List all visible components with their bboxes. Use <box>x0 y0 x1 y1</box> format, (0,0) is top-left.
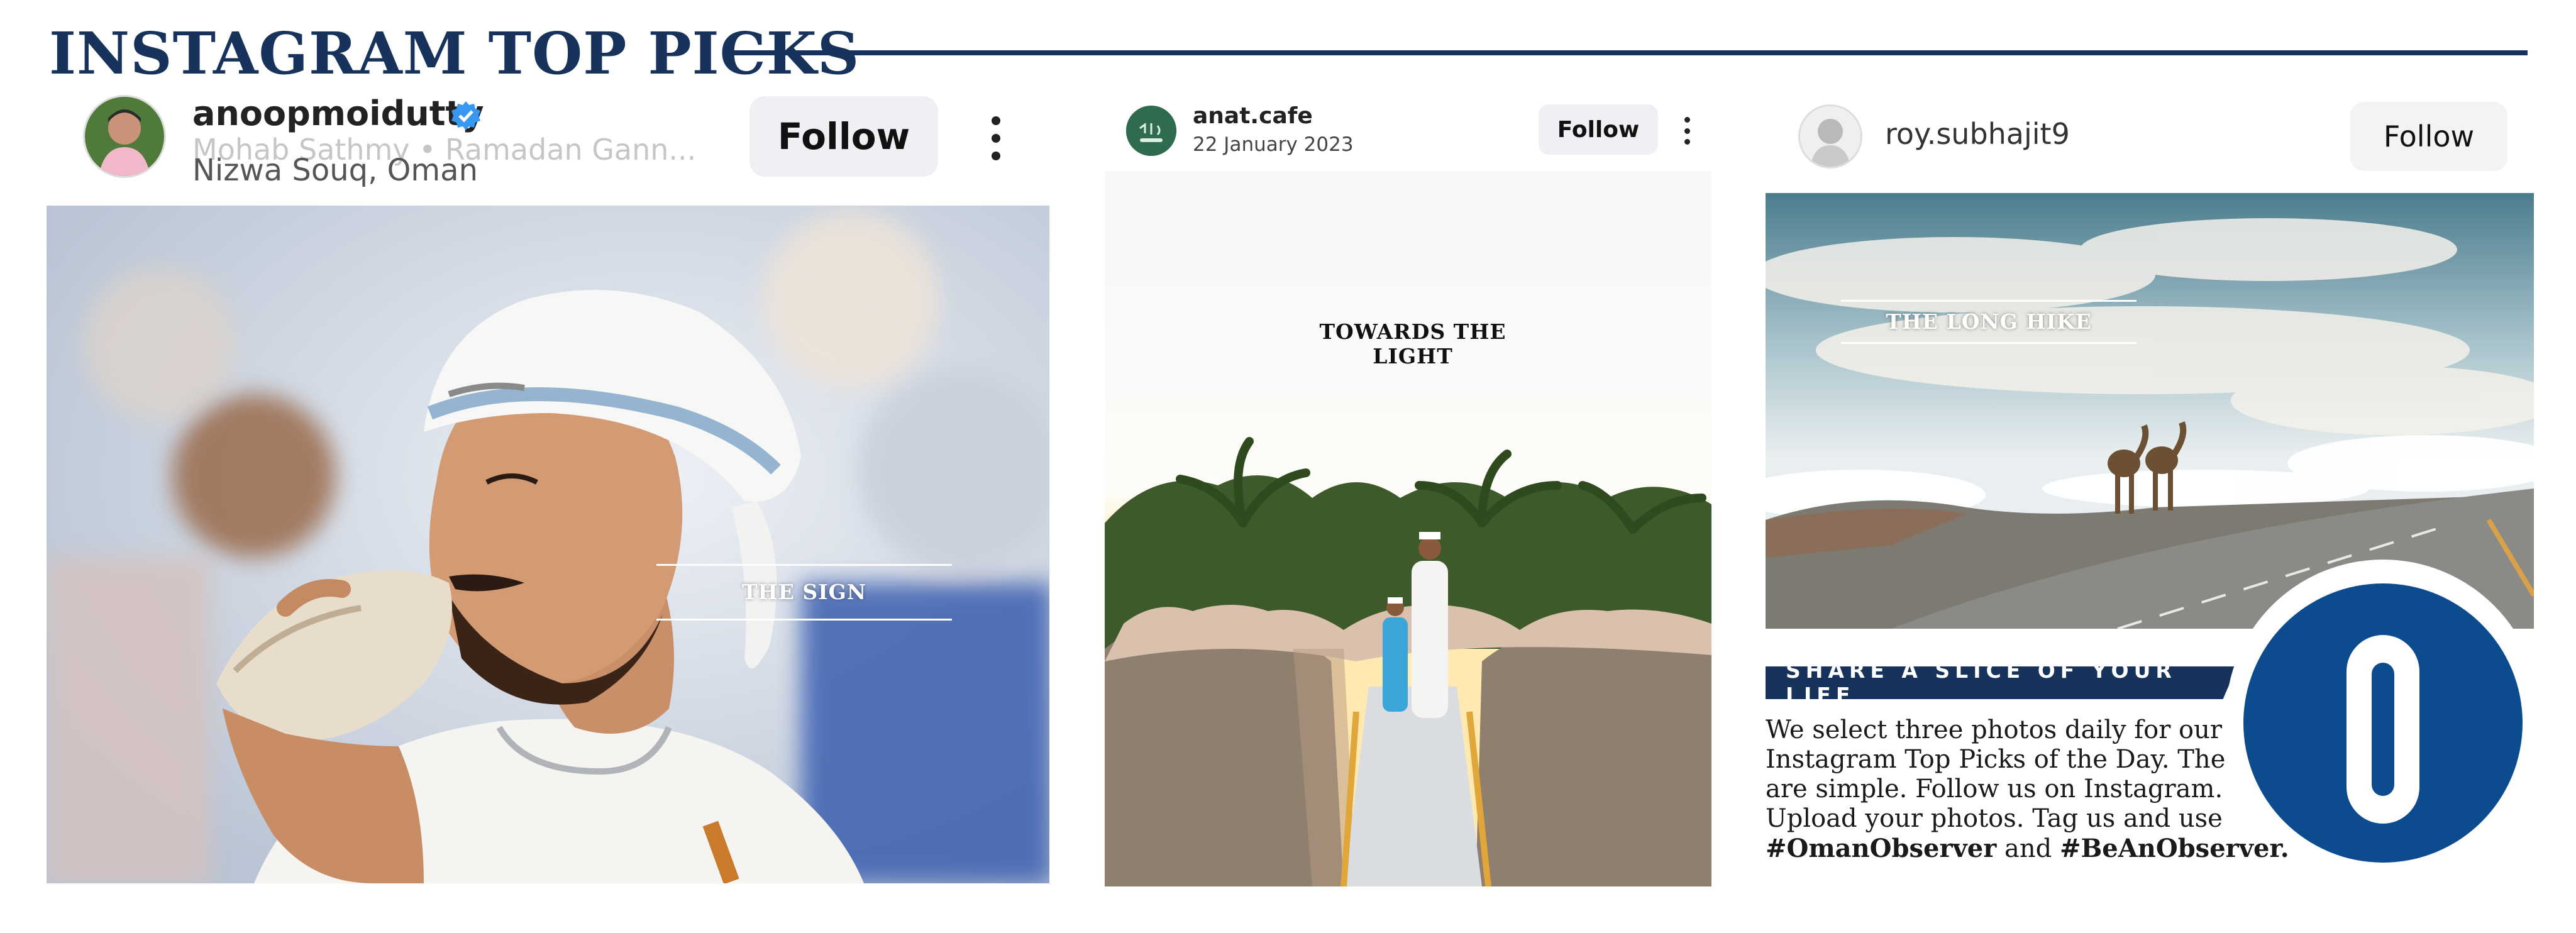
photo-caption-text: THE LONG HIKE <box>1886 309 2092 334</box>
hashtag-oman-observer[interactable]: #OmanObserver <box>1766 834 1996 863</box>
photo-caption-text: TOWARDS THE LIGHT <box>1319 319 1506 368</box>
post-date: 22 January 2023 <box>1193 133 1354 156</box>
post-username[interactable]: anat.cafe <box>1193 103 1313 129</box>
title-rule <box>729 50 2528 55</box>
follow-button[interactable]: Follow <box>1539 104 1658 155</box>
follow-button[interactable]: Follow <box>749 96 938 177</box>
avatar[interactable] <box>83 95 166 178</box>
promo-banner-text: SHARE A SLICE OF YOUR LIFE <box>1786 658 2177 707</box>
promo-banner: SHARE A SLICE OF YOUR LIFE <box>1766 666 2237 699</box>
post-card-3: roy.subhajit9 Follow THE LONG HIKE <box>1766 94 2534 635</box>
post-card-2: anat.cafe 22 January 2023 Follow TOWARDS… <box>1105 94 1711 886</box>
more-options-icon[interactable] <box>1683 117 1691 145</box>
avatar[interactable] <box>1126 106 1176 156</box>
post-username[interactable]: roy.subhajit9 <box>1885 117 2070 151</box>
follow-button[interactable]: Follow <box>2350 102 2507 171</box>
promo-body: We select three photos daily for our Ins… <box>1766 715 2300 864</box>
photo-caption: THE SIGN <box>656 564 952 621</box>
observer-logo[interactable] <box>2226 560 2540 874</box>
post-card-1: anoopmoidutty Mohab Sathmy • Ramadan Gan… <box>47 91 1049 883</box>
post-photo[interactable]: TOWARDS THE LIGHT <box>1105 171 1711 886</box>
post-photo[interactable]: THE SIGN <box>47 206 1049 883</box>
more-options-icon[interactable] <box>990 116 1002 160</box>
promo-joiner: and <box>2004 834 2052 863</box>
post-location[interactable]: Nizwa Souq, Oman <box>192 153 478 188</box>
promo-body-text: We select three photos daily for our Ins… <box>1766 715 2297 833</box>
verified-badge-icon <box>450 100 482 131</box>
post-username[interactable]: anoopmoidutty <box>192 94 484 133</box>
photo-caption: THE LONG HIKE <box>1841 300 2137 344</box>
photo-caption-text: THE SIGN <box>742 580 866 604</box>
avatar[interactable] <box>1798 104 1862 168</box>
